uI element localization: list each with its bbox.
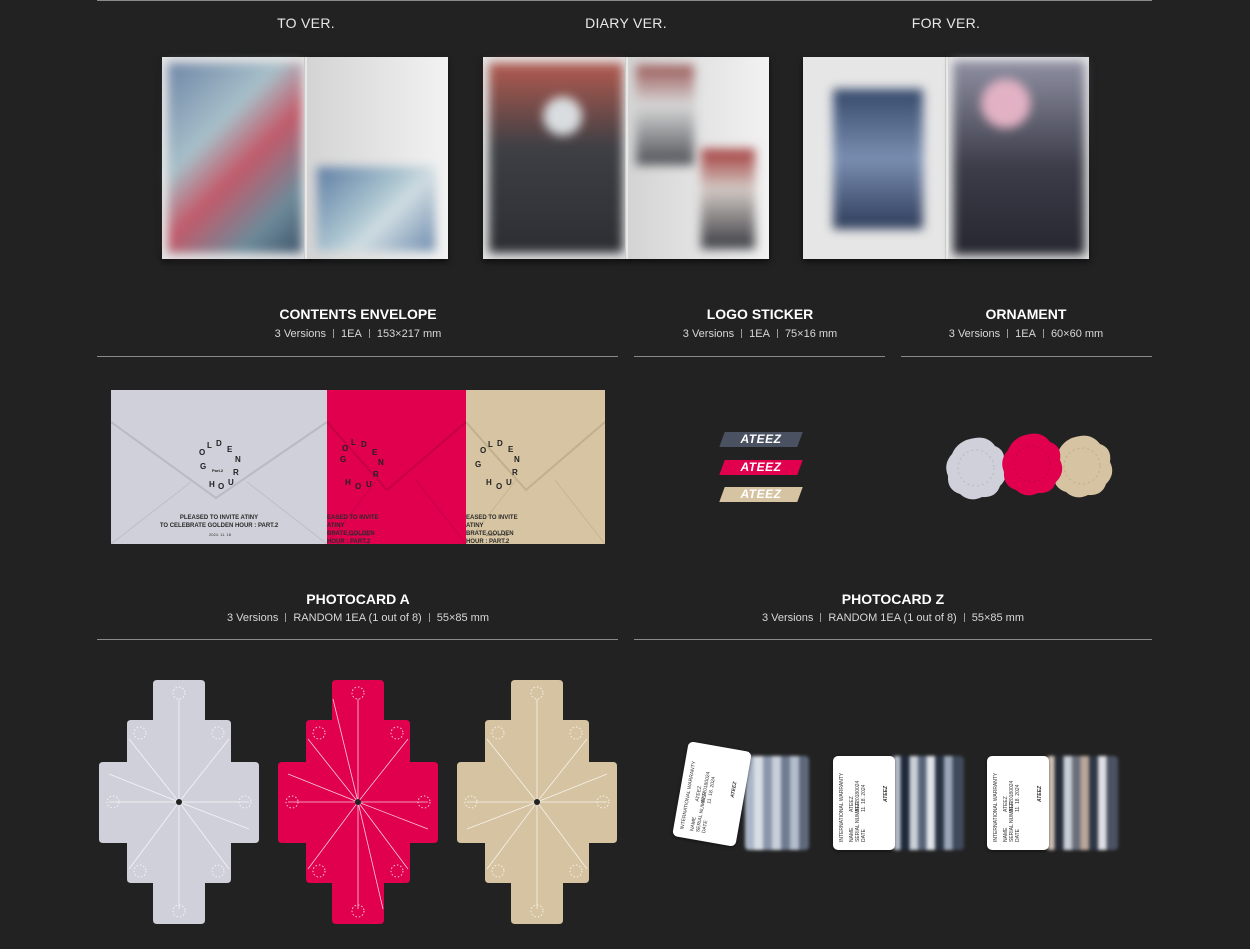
specs-photocard-a: 3 Versions RANDOM 1EA (1 out of 8) 55×85 m…	[226, 612, 490, 624]
envelope-beige: EASED TO INVITE ATINY BRATE GOLDEN HOUR :…	[466, 390, 605, 544]
photocard-z-front: INTERNATIONAL WARRANTY NAME SERIAL NUMBE…	[672, 741, 752, 847]
logo-letter: L	[351, 438, 356, 447]
logo-letter: O	[199, 448, 206, 457]
logo-letter: G	[200, 462, 207, 471]
divider	[634, 639, 1152, 640]
logo-letter: H	[486, 478, 492, 487]
envelope-date: 2024. 11. 18	[486, 532, 508, 537]
logo-letter: N	[514, 455, 520, 464]
photobook-for-ver	[803, 57, 1089, 259]
photocard-a-beige	[457, 680, 617, 924]
photocard-a-silver	[99, 680, 259, 924]
version-label-to: TO VER.	[277, 15, 335, 31]
logo-letter: O	[480, 446, 487, 455]
logo-letter: G	[475, 460, 482, 469]
photo-blurred	[636, 65, 694, 165]
specs-photocard-z: 3 Versions RANDOM 1EA (1 out of 8) 55×85 m…	[761, 612, 1025, 624]
section-title-logo-sticker: LOGO STICKER	[706, 306, 814, 322]
section-title-photocard-z: PHOTOCARD Z	[841, 591, 945, 607]
photo-blurred	[168, 63, 302, 253]
logo-letter: U	[228, 478, 234, 487]
logo-letter: O	[218, 482, 225, 491]
logo-letter: R	[512, 468, 518, 477]
logo-letter: O	[342, 444, 349, 453]
photocard-a-red	[278, 680, 438, 924]
logo-letter: H	[209, 480, 215, 489]
logo-part-label: Part.2	[212, 468, 224, 473]
section-title-photocard-a: PHOTOCARD A	[306, 591, 410, 607]
logo-sticker-red: ATEEZ	[719, 460, 803, 475]
photobook-diary-ver	[483, 57, 769, 259]
logo-letter: E	[227, 445, 233, 454]
envelope-date: 2024. 11. 18	[209, 532, 231, 537]
logo-letter: R	[373, 470, 379, 479]
ornament-group	[946, 433, 1113, 500]
photo-blurred	[701, 149, 755, 249]
logo-letter: N	[378, 458, 384, 467]
logo-letter: U	[366, 480, 372, 489]
photo-blurred	[489, 63, 623, 253]
envelope-invite-text: EASED TO INVITE ATINY BRATE GOLDEN HOUR :…	[327, 515, 379, 544]
specs-ornament: 3 Versions 1EA 60×60 mm	[948, 328, 1104, 340]
photobook-to-ver	[162, 57, 448, 259]
divider	[97, 356, 618, 357]
ornament-silver	[946, 437, 1007, 500]
photo-blurred	[317, 167, 435, 251]
divider	[97, 639, 618, 640]
version-label-diary: DIARY VER.	[585, 15, 667, 31]
envelope-silver: PLEASED TO INVITE ATINY TO CELEBRATE GOLD…	[111, 390, 327, 544]
divider	[634, 356, 885, 357]
envelope-date: 2024. 11. 18	[347, 532, 369, 537]
logo-letter: H	[345, 478, 351, 487]
divider	[901, 356, 1152, 357]
logo-letter: O	[355, 482, 362, 491]
logo-letter: N	[235, 455, 241, 464]
photo-blurred	[953, 61, 1085, 255]
logo-letter: L	[488, 440, 493, 449]
envelope-invite-text: PLEASED TO INVITE ATINY TO CELEBRATE GOLD…	[159, 515, 279, 529]
logo-sticker-beige: ATEEZ	[719, 487, 803, 502]
section-title-ornament: ORNAMENT	[985, 306, 1067, 322]
section-title-contents-envelope: CONTENTS ENVELOPE	[279, 306, 437, 322]
specs-contents-envelope: 3 Versions 1EA 153×217 mm	[274, 328, 442, 340]
version-label-for: FOR VER.	[911, 15, 981, 31]
logo-letter: D	[216, 439, 222, 448]
logo-sticker-dark: ATEEZ	[719, 432, 803, 447]
logo-letter: O	[496, 482, 503, 491]
top-divider	[97, 0, 1152, 1]
envelope-red: EASED TO INVITE ATINY BRATE GOLDEN HOUR :…	[327, 390, 466, 544]
photocard-z-front: INTERNATIONAL WARRANTY NAME SERIAL NUMBE…	[987, 756, 1049, 850]
specs-logo-sticker: 3 Versions 1EA 75×16 mm	[682, 328, 838, 340]
logo-letter: D	[497, 439, 503, 448]
logo-letter: G	[340, 455, 347, 464]
photocard-z-front: INTERNATIONAL WARRANTY NAME SERIAL NUMBE…	[833, 756, 895, 850]
logo-letter: E	[372, 448, 378, 457]
logo-letter: E	[508, 445, 514, 454]
envelope-invite-text: EASED TO INVITE ATINY BRATE GOLDEN HOUR :…	[466, 515, 518, 544]
logo-letter: D	[361, 440, 367, 449]
logo-letter: R	[233, 468, 239, 477]
ornament-red	[1002, 433, 1063, 496]
logo-letter: U	[506, 478, 512, 487]
photo-blurred	[833, 89, 923, 229]
logo-letter: L	[207, 441, 212, 450]
